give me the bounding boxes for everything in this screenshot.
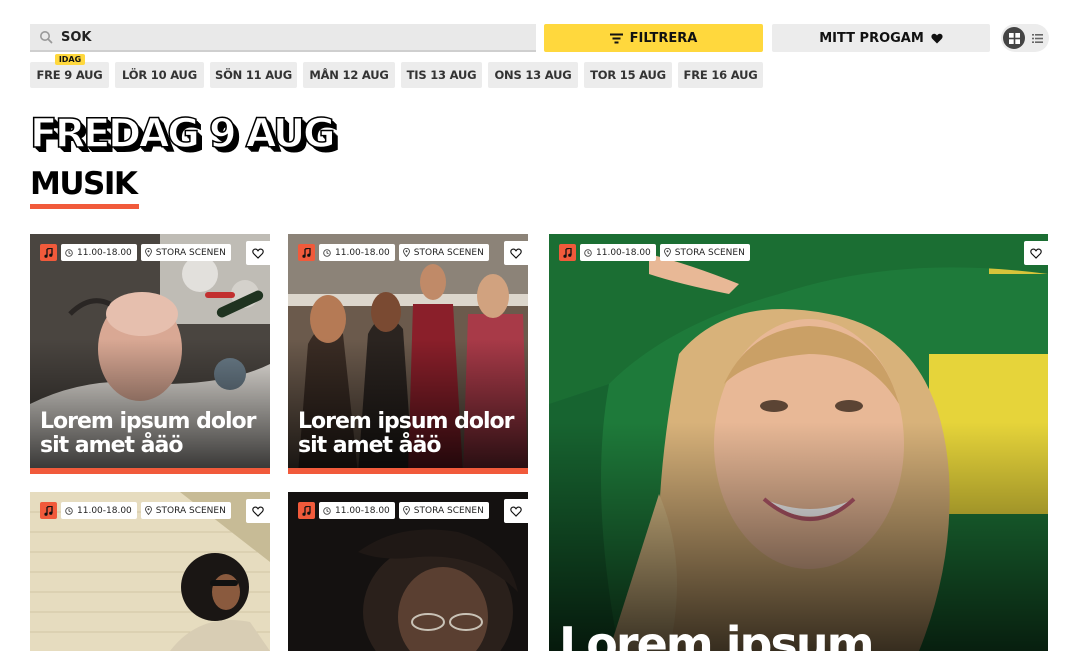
- location-pin-icon: [144, 248, 152, 257]
- filter-button-label: FILTRERA: [629, 30, 698, 46]
- date-chip-thu-15[interactable]: TOR 15 AUG: [584, 62, 672, 88]
- card-meta: 11.00-18.00 STORA SCENEN: [298, 244, 489, 261]
- event-title: Lorem ipsum dolor sit amet åäö: [40, 409, 256, 458]
- time-text: 11.00-18.00: [335, 505, 390, 516]
- time-tag: 11.00-18.00: [61, 244, 137, 261]
- heart-outline-icon: [1030, 248, 1042, 259]
- stage-text: STORA SCENEN: [155, 505, 226, 516]
- clock-icon: [323, 248, 331, 257]
- stage-text: STORA SCENEN: [413, 505, 484, 516]
- stage-tag: STORA SCENEN: [140, 502, 231, 519]
- music-note-icon: [40, 502, 57, 519]
- heart-outline-icon: [510, 506, 522, 517]
- search-input[interactable]: [61, 29, 501, 45]
- time-text: 11.00-18.00: [335, 247, 390, 258]
- search-icon: [40, 31, 53, 44]
- event-card-featured[interactable]: 11.00-18.00 STORA SCENEN Lorem ipsum: [549, 234, 1048, 651]
- date-chip-sat-10[interactable]: LÖR 10 AUG: [115, 62, 204, 88]
- stage-tag: STORA SCENEN: [659, 244, 750, 261]
- list-view-button[interactable]: [1027, 27, 1047, 49]
- time-tag: 11.00-18.00: [61, 502, 137, 519]
- time-tag: 11.00-18.00: [319, 502, 395, 519]
- music-note-icon: [298, 502, 315, 519]
- heart-outline-icon: [252, 506, 264, 517]
- event-card[interactable]: 11.00-18.00 STORA SCENEN Lorem ipsum dol…: [288, 234, 528, 474]
- music-note-icon: [40, 244, 57, 261]
- clock-icon: [65, 506, 73, 515]
- stage-text: STORA SCENEN: [155, 247, 226, 258]
- day-heading: FREDAG 9 AUG: [29, 110, 336, 158]
- date-chip-sun-11[interactable]: SÖN 11 AUG: [210, 62, 297, 88]
- stage-text: STORA SCENEN: [674, 247, 745, 258]
- filter-button[interactable]: FILTRERA: [544, 24, 763, 52]
- event-card[interactable]: 11.00-18.00 STORA SCENEN: [288, 492, 528, 651]
- favorite-button[interactable]: [1024, 241, 1048, 265]
- favorite-button[interactable]: [504, 241, 528, 265]
- today-badge: IDAG: [55, 54, 85, 65]
- location-pin-icon: [402, 248, 410, 257]
- heart-icon: [931, 33, 943, 43]
- date-chip-fri-16[interactable]: FRE 16 AUG: [678, 62, 763, 88]
- heart-outline-icon: [510, 248, 522, 259]
- event-title: Lorem ipsum: [559, 617, 875, 651]
- event-title: Lorem ipsum dolor sit amet åäö: [298, 409, 514, 458]
- date-chip-wed-13[interactable]: ONS 13 AUG: [488, 62, 578, 88]
- event-card[interactable]: 11.00-18.00 STORA SCENEN Lorem ipsum dol…: [30, 234, 270, 474]
- my-program-button[interactable]: MITT PROGAM: [772, 24, 990, 52]
- stage-tag: STORA SCENEN: [140, 244, 231, 261]
- music-note-icon: [298, 244, 315, 261]
- category-heading: MUSIK: [30, 166, 138, 202]
- clock-icon: [323, 506, 331, 515]
- heart-outline-icon: [252, 248, 264, 259]
- time-text: 11.00-18.00: [77, 505, 132, 516]
- favorite-button[interactable]: [504, 499, 528, 523]
- grid-view-icon: [1008, 32, 1020, 44]
- grid-view-button[interactable]: [1003, 27, 1025, 49]
- location-pin-icon: [144, 506, 152, 515]
- category-underline: [30, 204, 139, 209]
- card-meta: 11.00-18.00 STORA SCENEN: [40, 502, 231, 519]
- my-program-button-label: MITT PROGAM: [819, 30, 924, 46]
- date-chip-mon-12[interactable]: MÅN 12 AUG: [303, 62, 395, 88]
- location-pin-icon: [402, 506, 410, 515]
- clock-icon: [584, 248, 592, 257]
- time-tag: 11.00-18.00: [319, 244, 395, 261]
- time-text: 11.00-18.00: [77, 247, 132, 258]
- stage-tag: STORA SCENEN: [398, 244, 489, 261]
- location-pin-icon: [663, 248, 671, 257]
- music-note-icon: [559, 244, 576, 261]
- search-bar[interactable]: [30, 24, 536, 52]
- card-meta: 11.00-18.00 STORA SCENEN: [559, 244, 750, 261]
- date-chip-fri-9[interactable]: FRE 9 AUG: [30, 62, 109, 88]
- time-text: 11.00-18.00: [596, 247, 651, 258]
- card-meta: 11.00-18.00 STORA SCENEN: [40, 244, 231, 261]
- list-view-icon: [1031, 33, 1043, 43]
- stage-tag: STORA SCENEN: [398, 502, 489, 519]
- favorite-button[interactable]: [246, 499, 270, 523]
- clock-icon: [65, 248, 73, 257]
- filter-icon: [609, 33, 623, 43]
- card-meta: 11.00-18.00 STORA SCENEN: [298, 502, 489, 519]
- favorite-button[interactable]: [246, 241, 270, 265]
- view-toggle: [1001, 24, 1049, 52]
- stage-text: STORA SCENEN: [413, 247, 484, 258]
- date-chip-tue-13[interactable]: TIS 13 AUG: [401, 62, 482, 88]
- event-card[interactable]: 11.00-18.00 STORA SCENEN: [30, 492, 270, 651]
- time-tag: 11.00-18.00: [580, 244, 656, 261]
